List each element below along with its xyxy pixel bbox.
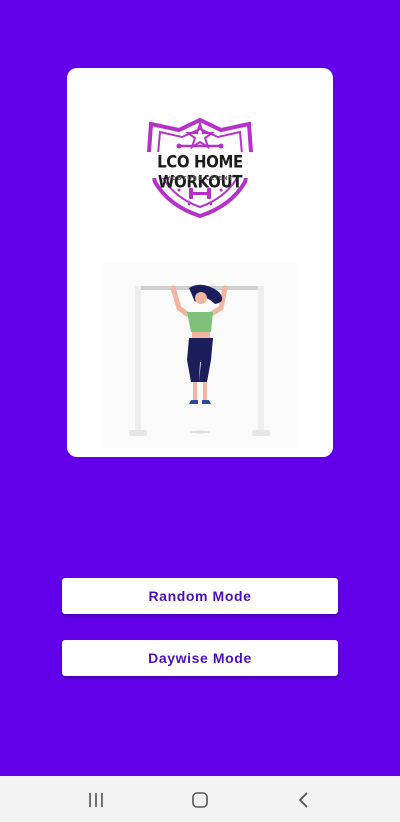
back-icon	[298, 792, 308, 808]
system-navigation-bar	[0, 776, 400, 822]
pullup-woman-icon	[129, 284, 270, 436]
recents-icon	[89, 793, 103, 807]
back-button[interactable]	[292, 788, 316, 812]
random-mode-button[interactable]: Random Mode	[62, 578, 338, 614]
daywise-mode-button[interactable]: Daywise Mode	[62, 640, 338, 676]
pullup-illustration	[103, 262, 297, 448]
logo-subtitle: YOUTUBE CLIENT	[166, 176, 234, 182]
home-button[interactable]	[188, 788, 212, 812]
home-icon	[192, 792, 208, 808]
recents-button[interactable]	[84, 788, 108, 812]
app-logo: LCO HOME WORKOUT YOUTUBE CLIENT	[127, 112, 273, 220]
intro-card: LCO HOME WORKOUT YOUTUBE CLIENT	[67, 68, 333, 457]
logo-title: LCO HOME WORKOUT	[157, 151, 243, 193]
